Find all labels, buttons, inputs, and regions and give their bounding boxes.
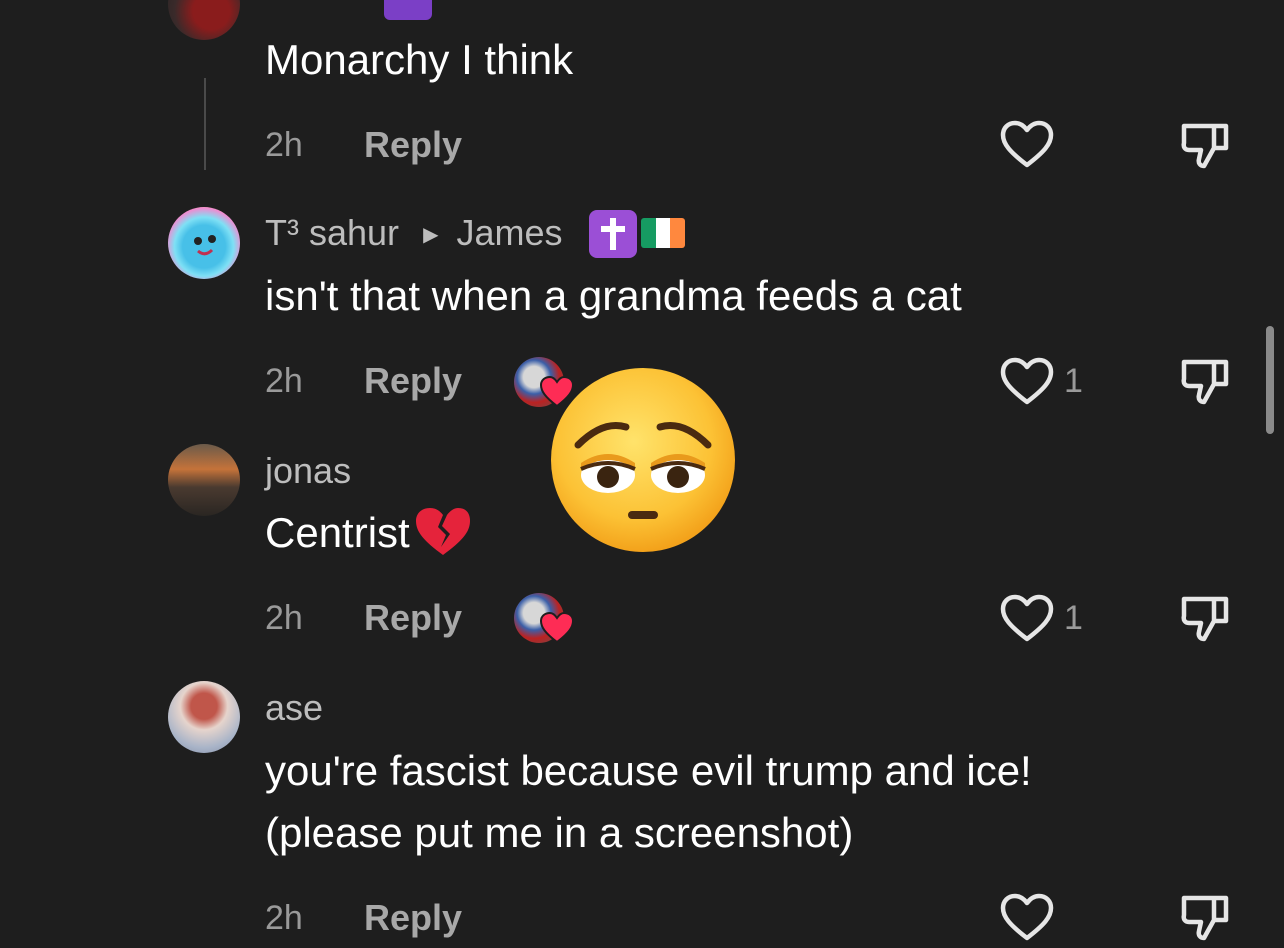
avatar[interactable] xyxy=(168,444,240,516)
reply-button[interactable]: Reply xyxy=(364,360,462,402)
thread-line xyxy=(204,78,206,170)
like-heart-icon[interactable] xyxy=(1000,594,1054,644)
broken-heart-emoji-icon xyxy=(414,507,472,557)
ireland-flag-emoji-icon xyxy=(641,218,685,248)
scrollbar[interactable] xyxy=(1266,326,1274,434)
like-heart-icon[interactable] xyxy=(1000,120,1054,170)
like-heart-icon[interactable] xyxy=(1000,893,1054,943)
reply-button[interactable]: Reply xyxy=(364,897,462,939)
reply-button[interactable]: Reply xyxy=(364,124,462,166)
pensive-face-emoji-icon xyxy=(548,365,738,555)
comment-text-line: you're fascist because evil trump and ic… xyxy=(265,747,1032,794)
comment-username[interactable]: ase xyxy=(265,687,323,729)
comment-text: Centrist xyxy=(265,502,472,564)
comment-text-line: (please put me in a screenshot) xyxy=(265,809,854,856)
comment-time: 2h xyxy=(265,599,303,637)
dislike-icon[interactable] xyxy=(1180,118,1232,170)
comment-text-content: Centrist xyxy=(265,509,410,556)
like-count: 1 xyxy=(1064,362,1083,400)
creator-liked-heart-icon xyxy=(539,611,575,644)
comment-time: 2h xyxy=(265,126,303,164)
comment-username[interactable]: T³ sahur ▶ James xyxy=(265,212,563,254)
reply-button[interactable]: Reply xyxy=(364,597,462,639)
avatar[interactable] xyxy=(168,207,240,279)
dislike-icon[interactable] xyxy=(1180,890,1232,942)
dislike-icon[interactable] xyxy=(1180,354,1232,406)
like-heart-icon[interactable] xyxy=(1000,357,1054,407)
comment-username[interactable]: jonas xyxy=(265,450,351,492)
latin-cross-emoji-icon xyxy=(589,210,637,258)
comment-time: 2h xyxy=(265,899,303,937)
comment-text: you're fascist because evil trump and ic… xyxy=(265,740,1032,864)
reply-arrow-icon: ▶ xyxy=(423,224,439,246)
dislike-icon[interactable] xyxy=(1180,591,1232,643)
reply-to-username[interactable]: James xyxy=(456,212,562,253)
avatar[interactable] xyxy=(168,681,240,753)
avatar[interactable] xyxy=(168,0,240,40)
comment-time: 2h xyxy=(265,362,303,400)
comment-text: isn't that when a grandma feeds a cat xyxy=(265,272,962,319)
like-count: 1 xyxy=(1064,599,1083,637)
comment-text: Monarchy I think xyxy=(265,36,574,83)
badge-icon xyxy=(384,0,432,20)
username-text[interactable]: T³ sahur xyxy=(265,212,399,253)
